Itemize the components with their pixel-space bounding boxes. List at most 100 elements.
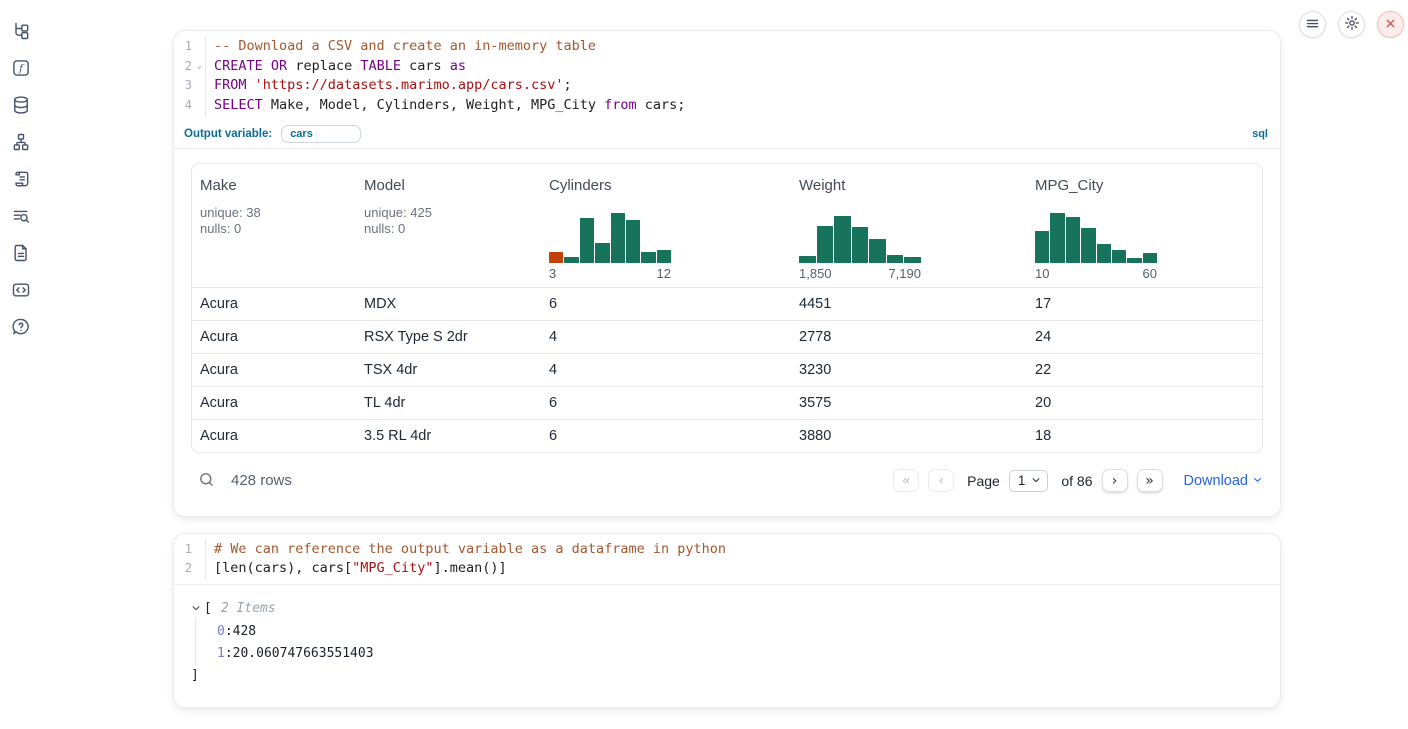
table-cell: 20	[1027, 395, 1262, 411]
table-cell: 17	[1027, 296, 1262, 312]
list-items: 0: 4281: 20.060747663551403	[195, 618, 1264, 665]
hist-min-label: 10	[1035, 266, 1049, 281]
python-code-editor[interactable]: 12 # We can reference the output variabl…	[174, 534, 1280, 584]
table-cell: 18	[1027, 428, 1262, 444]
row-count: 428 rows	[231, 472, 292, 489]
next-page-button[interactable]: ›	[1102, 469, 1128, 492]
column-header[interactable]: MPG_City1060	[1027, 177, 1262, 287]
open-bracket: [	[204, 601, 212, 616]
page-select[interactable]: 1	[1009, 470, 1049, 492]
settings-button[interactable]	[1338, 11, 1365, 38]
table-cell: 3880	[791, 428, 1027, 444]
column-name: Model	[364, 177, 541, 194]
table-body: AcuraMDX6445117AcuraRSX Type S 2dr427782…	[192, 287, 1262, 452]
histogram-bar	[1112, 250, 1126, 263]
menu-button[interactable]	[1299, 11, 1326, 38]
histogram-bar	[657, 250, 671, 263]
collapse-toggle[interactable]	[191, 603, 201, 613]
histogram-bar	[887, 255, 904, 263]
column-name: Weight	[799, 177, 1027, 194]
dependency-graph-icon	[11, 132, 31, 152]
column-stat: unique: 38	[200, 205, 356, 222]
table-header: Makeunique: 38nulls: 0Modelunique: 425nu…	[192, 164, 1262, 287]
documentation-panel-button[interactable]	[10, 242, 32, 264]
file-tree-icon	[11, 21, 31, 41]
logs-icon	[11, 169, 31, 189]
histogram-bar	[1143, 253, 1157, 263]
previous-page-button[interactable]: ‹	[928, 469, 954, 492]
histogram-bar	[852, 227, 869, 263]
table-cell: 6	[541, 296, 791, 312]
chevron-down-icon	[1031, 473, 1041, 488]
first-page-button[interactable]: «	[893, 469, 919, 492]
output-variable-bar: Output variable: sql	[174, 121, 1280, 149]
table-cell: 3.5 RL 4dr	[356, 428, 541, 444]
notebook: 12⌄34 -- Download a CSV and create an in…	[173, 30, 1281, 708]
hist-max-label: 7,190	[888, 266, 921, 281]
file-tree-panel-button[interactable]	[10, 20, 32, 42]
line-number: 2	[178, 57, 192, 77]
item-count: 2 Items	[221, 601, 276, 616]
search-icon	[198, 471, 215, 491]
table-cell: 24	[1027, 329, 1262, 345]
output-variable-input[interactable]	[281, 125, 361, 143]
table-cell: Acura	[192, 296, 356, 312]
column-header[interactable]: Modelunique: 425nulls: 0	[356, 177, 541, 287]
sql-code-editor[interactable]: 12⌄34 -- Download a CSV and create an in…	[174, 31, 1280, 121]
histogram-bar	[611, 213, 625, 263]
chevrons-left-icon: «	[902, 473, 911, 489]
table-cell: 4451	[791, 296, 1027, 312]
logs-panel-button[interactable]	[10, 168, 32, 190]
column-histogram: 312	[549, 211, 671, 287]
table-cell: Acura	[192, 362, 356, 378]
column-header[interactable]: Weight1,8507,190	[791, 177, 1027, 287]
histogram-bar	[1097, 244, 1111, 263]
data-table: Makeunique: 38nulls: 0Modelunique: 425nu…	[191, 163, 1263, 453]
language-badge[interactable]: sql	[1252, 128, 1268, 140]
download-button[interactable]: Download	[1184, 473, 1264, 489]
line-number: 1	[178, 540, 192, 560]
item-index: 0	[217, 624, 225, 639]
list-output: [ 2 Items 0: 4281: 20.060747663551403 ]	[174, 584, 1280, 707]
last-page-button[interactable]: »	[1137, 469, 1163, 492]
dependency-graph-panel-button[interactable]	[10, 131, 32, 153]
code-line: CREATE OR replace TABLE cars as	[214, 57, 1280, 77]
table-cell: RSX Type S 2dr	[356, 329, 541, 345]
svg-text:f: f	[18, 63, 25, 75]
column-header[interactable]: Makeunique: 38nulls: 0	[192, 177, 356, 287]
page-select-value: 1	[1018, 473, 1026, 488]
help-panel-button[interactable]	[10, 316, 32, 338]
python-cell: 12 # We can reference the output variabl…	[173, 533, 1281, 708]
snippets-panel-button[interactable]	[10, 279, 32, 301]
list-item: 1: 20.060747663551403	[217, 643, 1264, 666]
histogram-bar	[1066, 217, 1080, 263]
page-label: Page	[967, 473, 1000, 489]
code-lines: # We can reference the output variable a…	[206, 540, 1280, 579]
fold-chevron-icon[interactable]: ⌄	[192, 62, 202, 71]
histogram-bar	[580, 218, 594, 263]
database-panel-button[interactable]	[10, 94, 32, 116]
histogram-bar	[1081, 228, 1095, 263]
table-cell: TSX 4dr	[356, 362, 541, 378]
variables-icon: f	[11, 58, 31, 78]
helper-sidebar: f	[10, 20, 32, 338]
snippets-icon	[11, 280, 31, 300]
column-stat: unique: 425	[364, 205, 541, 222]
table-row: AcuraRSX Type S 2dr4277824	[192, 320, 1262, 353]
output-variable-label: Output variable:	[184, 128, 272, 140]
table-row: AcuraTL 4dr6357520	[192, 386, 1262, 419]
variables-panel-button[interactable]: f	[10, 57, 32, 79]
histogram-bar	[1035, 231, 1049, 263]
table-row: AcuraTSX 4dr4323022	[192, 353, 1262, 386]
line-number-gutter: 12⌄34	[174, 37, 206, 116]
column-name: Cylinders	[549, 177, 791, 194]
list-item: 0: 428	[217, 620, 1264, 643]
search-button[interactable]	[198, 471, 215, 491]
search-list-panel-button[interactable]	[10, 205, 32, 227]
table-row: AcuraMDX6445117	[192, 287, 1262, 320]
table-cell: 6	[541, 395, 791, 411]
histogram-bar	[595, 243, 609, 263]
shutdown-button[interactable]	[1377, 11, 1404, 38]
column-header[interactable]: Cylinders 312	[541, 177, 791, 287]
histogram-bar	[549, 252, 563, 263]
